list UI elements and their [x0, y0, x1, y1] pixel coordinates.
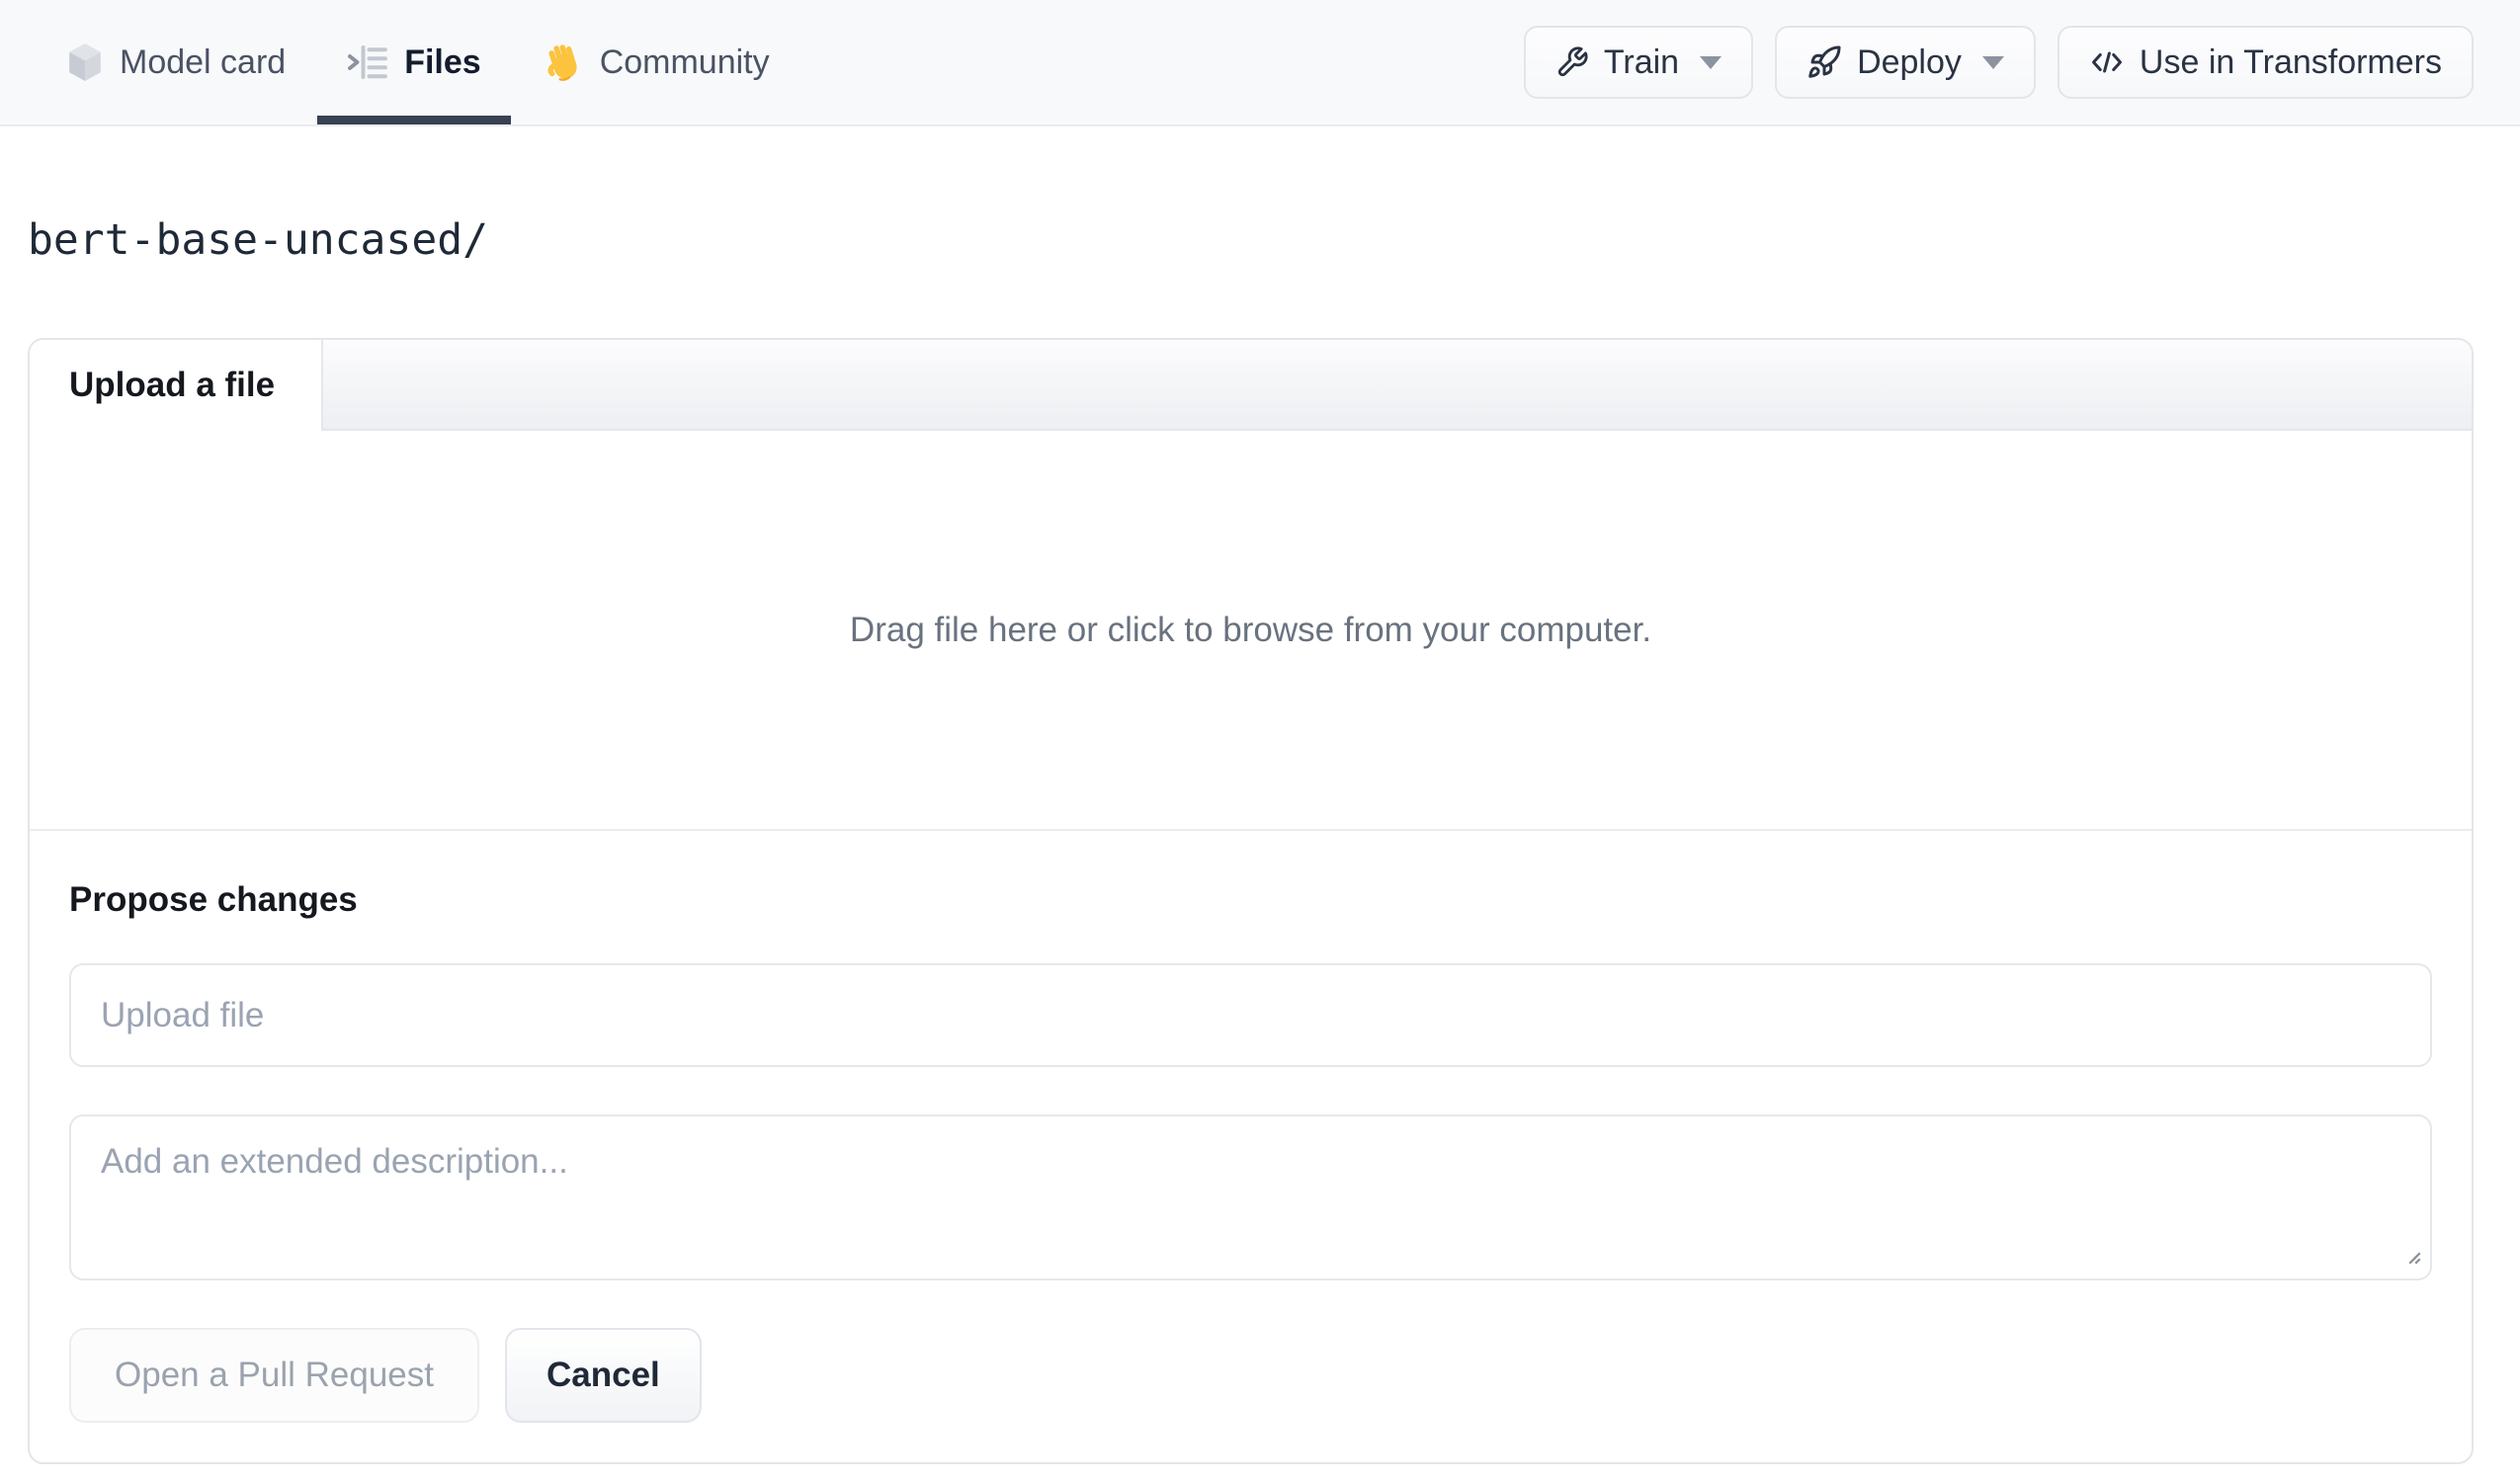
dropzone-hint-text: Drag file here or click to browse from y…: [849, 610, 1652, 649]
description-field-wrapper: [69, 1114, 2432, 1280]
tab-model-card[interactable]: Model card: [66, 0, 286, 124]
open-pull-request-button[interactable]: Open a Pull Request: [69, 1328, 479, 1423]
use-in-transformers-button[interactable]: Use in Transformers: [2057, 26, 2474, 99]
tab-model-card-label: Model card: [120, 43, 287, 81]
repo-path[interactable]: bert-base-uncased/: [28, 215, 488, 265]
tab-files-label: Files: [404, 43, 481, 81]
chevron-down-icon: [1981, 55, 2004, 69]
extended-description-textarea[interactable]: [69, 1114, 2432, 1280]
chevron-down-icon: [1700, 55, 1722, 69]
repo-header-bar: Model card Files Community Train Deploy …: [0, 0, 2520, 126]
file-dropzone[interactable]: Drag file here or click to browse from y…: [30, 431, 2472, 831]
propose-actions-row: Open a Pull Request Cancel: [69, 1328, 2432, 1423]
propose-changes-section: Propose changes Open a Pull Request Canc…: [30, 831, 2472, 1462]
rocket-icon: [1806, 44, 1842, 80]
deploy-button-label: Deploy: [1857, 42, 1962, 81]
deploy-button[interactable]: Deploy: [1775, 26, 2036, 99]
cancel-button[interactable]: Cancel: [504, 1328, 702, 1423]
upload-card: Upload a file Drag file here or click to…: [28, 338, 2474, 1464]
propose-changes-heading: Propose changes: [69, 880, 358, 919]
breadcrumb: bert-base-uncased/: [28, 215, 2520, 265]
cube-icon: [66, 41, 104, 83]
train-button-label: Train: [1603, 42, 1680, 81]
repo-tab-nav: Model card Files Community: [66, 0, 770, 124]
tab-community[interactable]: Community: [543, 0, 770, 124]
files-list-icon: [347, 44, 388, 80]
code-icon: [2089, 44, 2125, 80]
tab-community-label: Community: [599, 43, 770, 81]
tab-files[interactable]: Files: [317, 0, 512, 124]
waving-hand-icon: [543, 41, 584, 83]
tab-upload-a-file-label: Upload a file: [69, 366, 276, 404]
wrench-icon: [1555, 45, 1589, 79]
upload-file-input[interactable]: [69, 963, 2432, 1067]
train-button[interactable]: Train: [1523, 26, 1754, 99]
use-in-transformers-label: Use in Transformers: [2139, 42, 2442, 81]
tab-upload-a-file[interactable]: Upload a file: [30, 340, 323, 431]
header-actions: Train Deploy Use in Transformers: [1523, 0, 2474, 124]
tabstrip-filler: [323, 340, 2472, 431]
upload-card-tabstrip: Upload a file: [30, 340, 2472, 431]
